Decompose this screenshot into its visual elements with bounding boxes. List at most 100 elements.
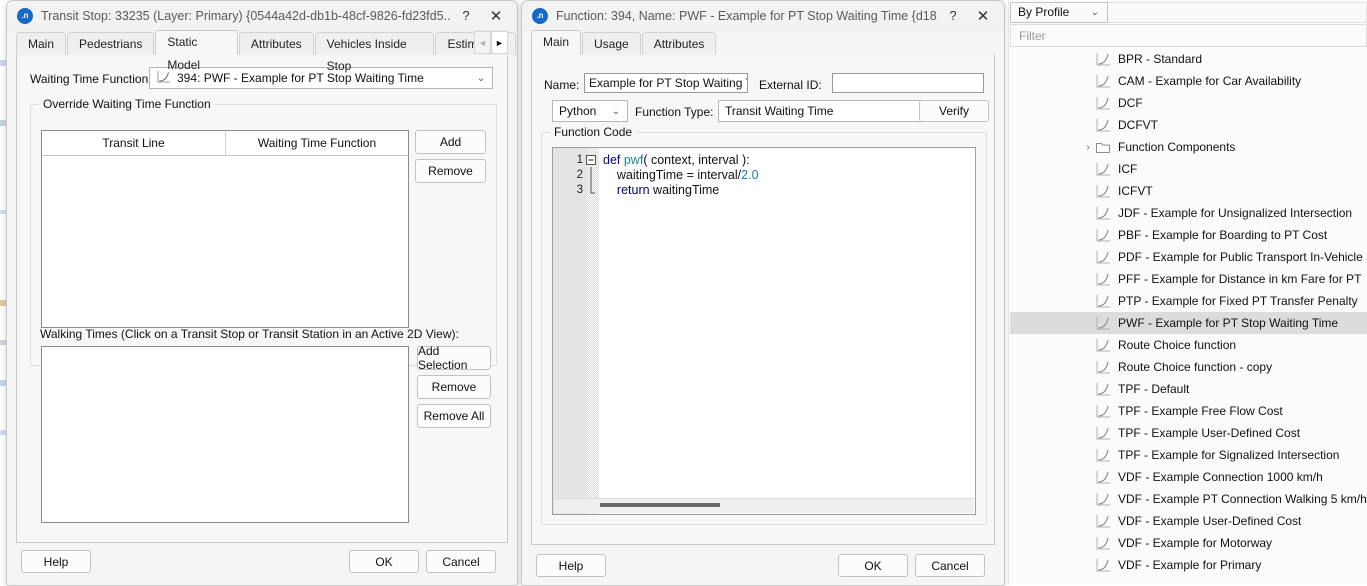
tree-item-row[interactable]: JDF - Example for Unsignalized Intersect… <box>1010 202 1367 224</box>
tree-item-row[interactable]: PDF - Example for Public Transport In-Ve… <box>1010 246 1367 268</box>
code-editor[interactable]: 1def pwf( context, interval ):2 waitingT… <box>552 147 976 515</box>
tree-item-row[interactable]: Route Choice function - copy <box>1010 356 1367 378</box>
waiting-time-function-combo[interactable]: 394: PWF - Example for PT Stop Waiting T… <box>149 67 493 89</box>
tab-static-model[interactable]: Static Model <box>155 30 238 55</box>
tree-item-row[interactable]: VDF - Example PT Connection Walking 5 km… <box>1010 488 1367 510</box>
tab-main[interactable]: Main <box>531 30 581 55</box>
tree-item-row[interactable]: VDF - Example for Primary <box>1010 554 1367 576</box>
chevron-down-icon[interactable]: ⌄ <box>605 106 627 117</box>
name-field[interactable]: Example for PT Stop Waiting Time <box>584 73 748 93</box>
function-dialog-titlebar[interactable]: .n Function: 394, Name: PWF - Example fo… <box>522 1 1004 31</box>
functions-panel: By Profile ⌄ Filter BPR - StandardCAM - … <box>1008 0 1367 584</box>
external-id-field[interactable] <box>832 73 984 93</box>
profile-bar: By Profile ⌄ <box>1010 1 1367 23</box>
tree-item-row[interactable]: TPF - Example User-Defined Cost <box>1010 422 1367 444</box>
help-button[interactable]: Help <box>21 550 91 573</box>
tree-item-row[interactable]: VDF - Example Connection 1000 km/h <box>1010 466 1367 488</box>
tree-item-row[interactable]: PWF - Example for PT Stop Waiting Time <box>1010 312 1367 334</box>
help-titlebar-button[interactable]: ? <box>451 2 481 29</box>
tab-scroll-right-icon[interactable]: ► <box>491 31 508 54</box>
tree-item-row[interactable]: TPF - Default <box>1010 378 1367 400</box>
cancel-button[interactable]: Cancel <box>915 554 985 577</box>
language-combo[interactable]: Python ⌄ <box>552 100 628 122</box>
code-lines[interactable]: 1def pwf( context, interval ):2 waitingT… <box>553 152 975 197</box>
tab-attributes[interactable]: Attributes <box>642 32 717 55</box>
app-logo-icon: .n <box>532 8 548 24</box>
tree-item-row[interactable]: VDF - Example for Motorway <box>1010 532 1367 554</box>
add-button[interactable]: Add <box>415 130 486 154</box>
tree-item-row[interactable]: BPR - Standard <box>1010 48 1367 70</box>
tree-item-label: Function Components <box>1118 140 1235 154</box>
code-fold-toggle-icon[interactable] <box>583 155 599 165</box>
chevron-right-icon[interactable]: › <box>1081 142 1095 153</box>
tree-item-label: VDF - Example User-Defined Cost <box>1118 514 1301 528</box>
tree-item-row[interactable]: Route Choice function <box>1010 334 1367 356</box>
add-selection-button[interactable]: Add Selection <box>417 346 491 370</box>
transit-stop-titlebar[interactable]: .n Transit Stop: 33235 (Layer: Primary) … <box>7 1 517 31</box>
transit-stop-title: Transit Stop: 33235 (Layer: Primary) {05… <box>41 9 451 23</box>
panel-divider <box>1008 0 1009 584</box>
function-curve-icon <box>1095 162 1111 177</box>
tree-item-label: PDF - Example for Public Transport In-Ve… <box>1118 250 1367 264</box>
function-curve-icon <box>1095 74 1111 89</box>
function-type-combo[interactable]: Transit Waiting Time ⌄ <box>718 100 936 122</box>
code-line[interactable]: 3 return waitingTime <box>553 182 975 197</box>
tree-item-row[interactable]: VDF - Example User-Defined Cost <box>1010 510 1367 532</box>
code-line-text: return waitingTime <box>599 183 719 197</box>
tab-scroll-left-icon[interactable]: ◄ <box>474 31 491 54</box>
transit-stop-dialog: .n Transit Stop: 33235 (Layer: Primary) … <box>6 0 518 586</box>
override-table[interactable]: Transit Line Waiting Time Function <box>41 130 409 328</box>
tree-item-row[interactable]: PBF - Example for Boarding to PT Cost <box>1010 224 1367 246</box>
help-titlebar-button[interactable]: ? <box>938 2 968 29</box>
tree-item-row[interactable]: PTP - Example for Fixed PT Transfer Pena… <box>1010 290 1367 312</box>
tab-pedestrians[interactable]: Pedestrians <box>67 32 154 55</box>
code-line[interactable]: 2 waitingTime = interval/2.0 <box>553 167 975 182</box>
tree-item-row[interactable]: DCFVT <box>1010 114 1367 136</box>
tree-item-label: ICFVT <box>1118 184 1153 198</box>
tree-folder-row[interactable]: › Function Components <box>1010 136 1367 158</box>
filter-placeholder-text: Filter <box>1019 29 1046 43</box>
profile-selector[interactable]: By Profile ⌄ <box>1010 2 1108 23</box>
remove-all-button[interactable]: Remove All <box>417 404 491 428</box>
function-curve-icon <box>1095 382 1111 397</box>
tree-item-label: TPF - Example Free Flow Cost <box>1118 404 1283 418</box>
help-button[interactable]: Help <box>536 554 606 577</box>
tree-item-row[interactable]: CAM - Example for Car Availability <box>1010 70 1367 92</box>
name-label: Name: <box>544 78 579 92</box>
tree-item-row[interactable]: ICFVT <box>1010 180 1367 202</box>
code-fold-margin[interactable] <box>587 148 599 514</box>
walking-remove-button[interactable]: Remove <box>417 375 491 399</box>
chevron-down-icon[interactable]: ⌄ <box>1083 7 1107 18</box>
remove-button[interactable]: Remove <box>415 159 486 183</box>
tree-item-row[interactable]: TPF - Example Free Flow Cost <box>1010 400 1367 422</box>
close-icon[interactable]: ✕ <box>968 2 998 29</box>
function-curve-icon <box>1095 316 1111 331</box>
tree-item-label: VDF - Example for Primary <box>1118 558 1261 572</box>
tree-item-row[interactable]: PFF - Example for Distance in km Fare fo… <box>1010 268 1367 290</box>
code-scroll-thumb[interactable] <box>600 503 720 507</box>
cancel-button[interactable]: Cancel <box>426 550 496 573</box>
tree-item-label: VDF - Example Connection 1000 km/h <box>1118 470 1323 484</box>
tab-attributes[interactable]: Attributes <box>239 32 314 55</box>
close-icon[interactable]: ✕ <box>481 2 511 29</box>
verify-button[interactable]: Verify <box>919 100 989 122</box>
chevron-down-icon[interactable]: ⌄ <box>470 73 492 84</box>
code-horizontal-scrollbar[interactable] <box>554 498 974 513</box>
tree-item-label: TPF - Default <box>1118 382 1189 396</box>
tab-main[interactable]: Main <box>16 32 66 55</box>
function-curve-icon <box>1095 536 1111 551</box>
column-header-waiting-time-function[interactable]: Waiting Time Function <box>226 131 408 155</box>
walking-times-list[interactable] <box>41 346 409 523</box>
functions-tree[interactable]: BPR - StandardCAM - Example for Car Avai… <box>1010 48 1367 584</box>
tab-usage[interactable]: Usage <box>582 32 641 55</box>
tree-item-row[interactable]: TPF - Example for Signalized Intersectio… <box>1010 444 1367 466</box>
code-line[interactable]: 1def pwf( context, interval ): <box>553 152 975 167</box>
filter-input[interactable]: Filter <box>1010 24 1367 47</box>
tree-item-row[interactable]: DCF <box>1010 92 1367 114</box>
column-header-transit-line[interactable]: Transit Line <box>42 131 226 155</box>
ok-button[interactable]: OK <box>349 550 419 573</box>
tab-vehicles-inside-stop[interactable]: Vehicles Inside Stop <box>315 32 435 55</box>
tree-item-row[interactable]: ICF <box>1010 158 1367 180</box>
ok-button[interactable]: OK <box>838 554 908 577</box>
function-curve-icon <box>1095 448 1111 463</box>
